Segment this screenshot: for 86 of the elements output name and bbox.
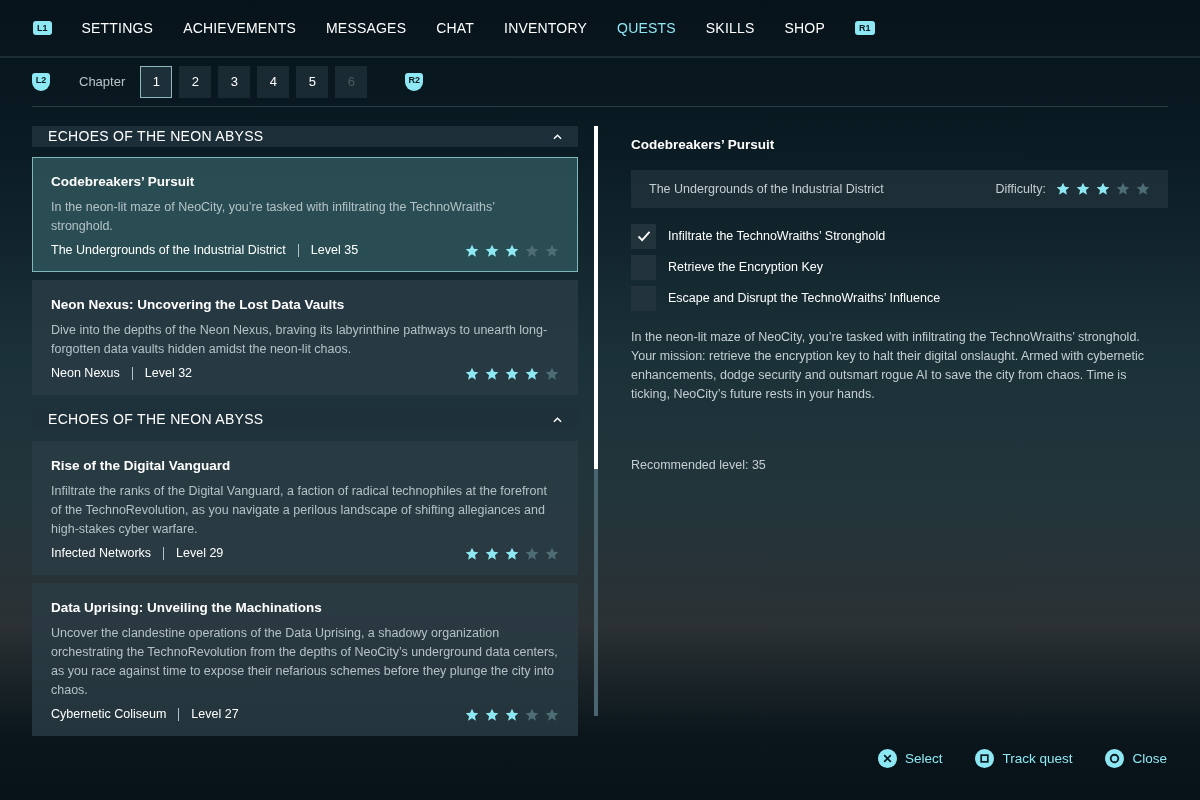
quest-title: Codebreakers’ Pursuit — [51, 173, 196, 191]
star-icon — [505, 707, 519, 722]
star-icon — [525, 243, 539, 258]
recommended-level: Recommended level: 35 — [631, 457, 767, 475]
scrollbar-thumb[interactable] — [594, 126, 598, 469]
checkmark-icon — [636, 231, 651, 243]
nav-tab[interactable]: SETTINGS — [81, 17, 154, 39]
star-icon — [525, 546, 539, 561]
quest-detail-title: Codebreakers’ Pursuit — [631, 136, 776, 154]
objective-label: Retrieve the Encryption Key — [668, 259, 823, 277]
star-icon — [465, 707, 479, 722]
objective-checkbox[interactable] — [631, 224, 656, 250]
chapter-label: Chapter — [79, 73, 126, 92]
nav-tab[interactable]: QUESTS — [617, 17, 676, 39]
button-hint-label: Track quest — [1002, 749, 1073, 768]
quest-title: Neon Nexus: Uncovering the Lost Data Vaults — [51, 296, 346, 314]
chapter-button[interactable]: 5 — [296, 66, 329, 98]
group-title: ECHOES OF THE NEON ABYSS — [48, 127, 264, 146]
button-hint-label: Select — [904, 749, 943, 768]
quest-detail-description: In the neon-lit maze of NeoCity, you’re tasked with infiltrating the TechnoWraiths’ stronghold. Your mission: retrieve the encryption key to halt their digital onslaught. Armed with cybernetic enhancements, dodge security and outsmart rogue AI to save the city from chaos. Time is ticking, NeoCity’s future rests in your hands. — [631, 329, 1145, 404]
square-button-icon — [975, 749, 995, 769]
quest-location: Cybernetic Coliseum — [51, 706, 167, 724]
objective-label: Escape and Disrupt the TechnoWraiths’ Influence — [668, 290, 941, 308]
star-icon — [1056, 182, 1070, 197]
chapter-button[interactable]: 3 — [218, 66, 251, 98]
scrollbar[interactable] — [594, 126, 598, 716]
star-icon — [545, 366, 559, 381]
star-icon — [505, 366, 519, 381]
quest-card[interactable] — [32, 441, 578, 575]
trigger-button-hint: L2 — [32, 73, 50, 91]
quest-location: Neon Nexus — [51, 365, 120, 383]
star-icon — [505, 243, 519, 258]
star-icon — [465, 366, 479, 381]
quest-level: Level 32 — [144, 365, 193, 383]
quest-description: Infiltrate the ranks of the Digital Vanguard, a faction of radical technophiles at the forefront of the TechnoRevolution, as you navigate a perilous landscape of shifting allegiances and high-stakes cyber warfare. — [51, 483, 548, 539]
star-icon — [545, 546, 559, 561]
chapter-button[interactable]: 1 — [140, 66, 173, 98]
button-hint-label: Close — [1132, 749, 1167, 768]
star-icon — [1116, 182, 1130, 197]
nav-tab[interactable]: CHAT — [436, 17, 475, 39]
nav-tab[interactable]: SKILLS — [705, 17, 755, 39]
nav-tab[interactable]: INVENTORY — [504, 17, 588, 39]
star-icon — [465, 546, 479, 561]
star-icon — [485, 546, 499, 561]
nav-tab[interactable]: ACHIEVEMENTS — [183, 17, 296, 39]
quest-level: Level 29 — [176, 545, 224, 563]
quest-location: Infected Networks — [51, 545, 152, 563]
star-icon — [525, 366, 539, 381]
chapter-button[interactable]: 4 — [257, 66, 290, 98]
chevron-up-icon — [553, 416, 562, 423]
quest-title: Rise of the Digital Vanguard — [51, 457, 232, 475]
chevron-up-icon — [553, 133, 562, 140]
nav-tab[interactable]: MESSAGES — [326, 17, 407, 39]
star-icon — [545, 707, 559, 722]
star-icon — [1136, 182, 1150, 197]
shoulder-button-hint: L1 — [33, 21, 52, 35]
quest-description: Uncover the clandestine operations of the Data Uprising, a shadowy organization orchestrating the TechnoRevolution from the depths of NeoCity’s underground data centers, as you race against time to expose their nefarious schemes before they plunge the city into chaos. — [51, 625, 559, 700]
nav-tab[interactable]: SHOP — [784, 17, 825, 39]
star-icon — [485, 366, 499, 381]
group-title: ECHOES OF THE NEON ABYSS — [48, 410, 264, 429]
quest-level: Level 35 — [310, 242, 359, 260]
quest-title: Data Uprising: Unveiling the Machinations — [51, 599, 323, 617]
star-icon — [1096, 182, 1110, 197]
star-icon — [545, 243, 559, 258]
group-header[interactable]: ECHOES OF THE NEON ABYSS — [32, 126, 578, 147]
star-icon — [465, 243, 479, 258]
star-icon — [485, 707, 499, 722]
circle-button-icon — [1105, 749, 1125, 769]
quest-description: In the neon-lit maze of NeoCity, you’re tasked with infiltrating the TechnoWraiths’ stronghold. — [51, 199, 496, 236]
difficulty-label: Difficulty: — [995, 180, 1046, 198]
trigger-button-hint: R2 — [405, 73, 424, 91]
quest-location: The Undergrounds of the Industrial District — [51, 242, 286, 260]
cross-button-icon — [877, 749, 897, 769]
star-icon — [1076, 182, 1090, 197]
quest-card[interactable]: Codebreakers’ Pursuit In the neon-lit maze of NeoCity, you’re tasked with infiltrating the TechnoWraiths’ stronghold. The Undergrounds of the Industrial District Level 35 — [32, 157, 578, 272]
star-icon — [485, 243, 499, 258]
quest-description: Dive into the depths of the Neon Nexus, braving its labyrinthine pathways to unearth long-forgotten data vaults hidden amidst the neon-lit chaos. — [51, 322, 549, 359]
quest-level: Level 27 — [191, 706, 239, 724]
detail-location: The Undergrounds of the Industrial District — [649, 180, 884, 198]
objective-label: Infiltrate the TechnoWraiths’ Stronghold — [668, 228, 886, 246]
chapter-button[interactable]: 2 — [179, 66, 212, 98]
shoulder-button-hint: R1 — [855, 21, 875, 35]
quest-card[interactable] — [32, 583, 578, 736]
star-icon — [525, 707, 539, 722]
star-icon — [505, 546, 519, 561]
quest-card[interactable] — [32, 280, 578, 395]
